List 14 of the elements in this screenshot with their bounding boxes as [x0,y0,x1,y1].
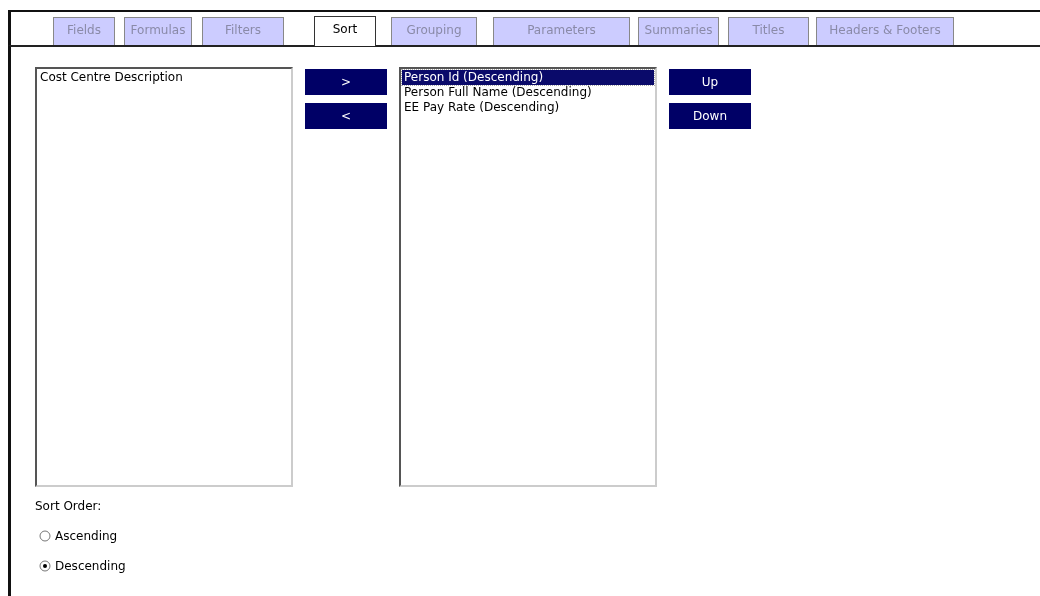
tab[interactable]: Sort [314,16,376,46]
list-item[interactable]: Person Full Name (Descending) [402,85,654,100]
radio-label: Descending [55,559,126,573]
radio-label: Ascending [55,529,118,543]
order-button[interactable]: Down [669,103,751,129]
radio-button[interactable] [39,560,51,572]
radio-button[interactable] [39,530,51,542]
move-button[interactable]: > [305,69,387,95]
list-item[interactable]: Person Id (Descending) [402,70,654,85]
list-item[interactable]: EE Pay Rate (Descending) [402,100,654,115]
list-item[interactable]: Cost Centre Description [38,70,290,85]
sort-order-label: Sort Order: [35,499,103,513]
order-button[interactable]: Up [669,69,751,95]
move-button[interactable]: < [305,103,387,129]
